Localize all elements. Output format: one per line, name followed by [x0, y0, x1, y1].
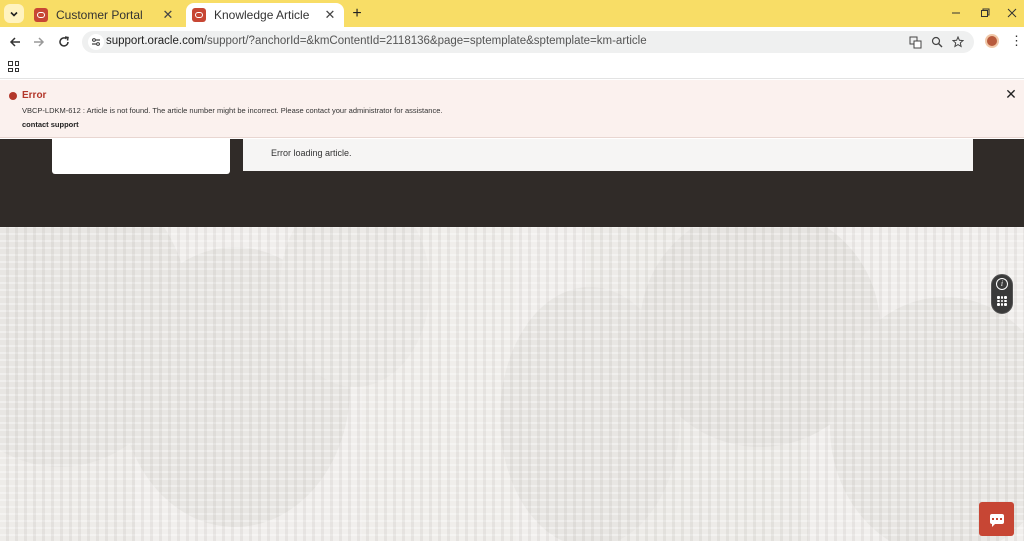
error-message: VBCP-LDKM-612 : Article is not found. Th… [22, 106, 443, 115]
star-icon[interactable] [950, 34, 966, 50]
article-card: Error loading article. [243, 139, 973, 171]
new-tab-button[interactable]: + [348, 5, 366, 23]
apps-bar [0, 57, 1024, 79]
apps-grid-icon[interactable] [8, 61, 19, 72]
arrow-back-icon [9, 37, 20, 47]
close-window-icon[interactable] [1003, 5, 1021, 21]
chat-button[interactable] [979, 502, 1014, 536]
info-icon[interactable]: i [996, 278, 1008, 290]
translate-icon[interactable] [907, 34, 923, 50]
restore-icon[interactable] [976, 5, 994, 21]
close-icon[interactable]: ✕ [1004, 86, 1018, 102]
back-button[interactable] [6, 33, 24, 51]
tab-search-button[interactable] [4, 4, 24, 23]
oracle-favicon-icon [34, 8, 48, 22]
article-status-message: Error loading article. [271, 148, 352, 158]
address-bar[interactable]: support.oracle.com/support/?anchorId=&km… [82, 31, 974, 53]
minimize-icon[interactable] [947, 5, 965, 21]
reload-icon [59, 36, 69, 47]
contact-support-link[interactable]: contact support [22, 120, 79, 129]
url-host: support.oracle.com [106, 35, 204, 47]
reload-button[interactable] [55, 33, 73, 51]
tab-title: Customer Portal [56, 8, 143, 22]
error-banner: Error VBCP-LDKM-612 : Article is not fou… [0, 80, 1024, 138]
keypad-icon[interactable] [997, 296, 1007, 306]
error-icon [9, 92, 17, 100]
arrow-forward-icon [34, 37, 45, 47]
forward-button[interactable] [30, 33, 48, 51]
browser-toolbar: support.oracle.com/support/?anchorId=&km… [0, 27, 1024, 57]
close-tab-icon[interactable]: ✕ [160, 7, 176, 23]
url-text[interactable]: support.oracle.com/support/?anchorId=&km… [106, 35, 647, 47]
profile-avatar[interactable] [985, 34, 999, 48]
close-tab-icon[interactable]: ✕ [322, 7, 338, 23]
more-vert-icon[interactable]: ⋮ [1010, 33, 1023, 49]
help-widget[interactable]: i [991, 274, 1013, 314]
site-info-icon[interactable] [88, 34, 104, 50]
error-title: Error [22, 90, 47, 101]
left-panel-card [52, 139, 230, 174]
url-path: /support/?anchorId=&kmContentId=2118136&… [203, 35, 647, 47]
chevron-down-icon [10, 11, 18, 17]
chat-icon [989, 514, 1004, 527]
zoom-icon[interactable] [929, 34, 945, 50]
page-background [0, 227, 1024, 541]
tab-customer-portal[interactable]: Customer Portal ✕ [28, 3, 182, 27]
oracle-favicon-icon [192, 8, 206, 22]
tab-strip: Customer Portal ✕ Knowledge Article ✕ + [0, 0, 1024, 27]
tab-knowledge-article[interactable]: Knowledge Article ✕ [186, 3, 344, 27]
tab-title: Knowledge Article [214, 8, 310, 22]
